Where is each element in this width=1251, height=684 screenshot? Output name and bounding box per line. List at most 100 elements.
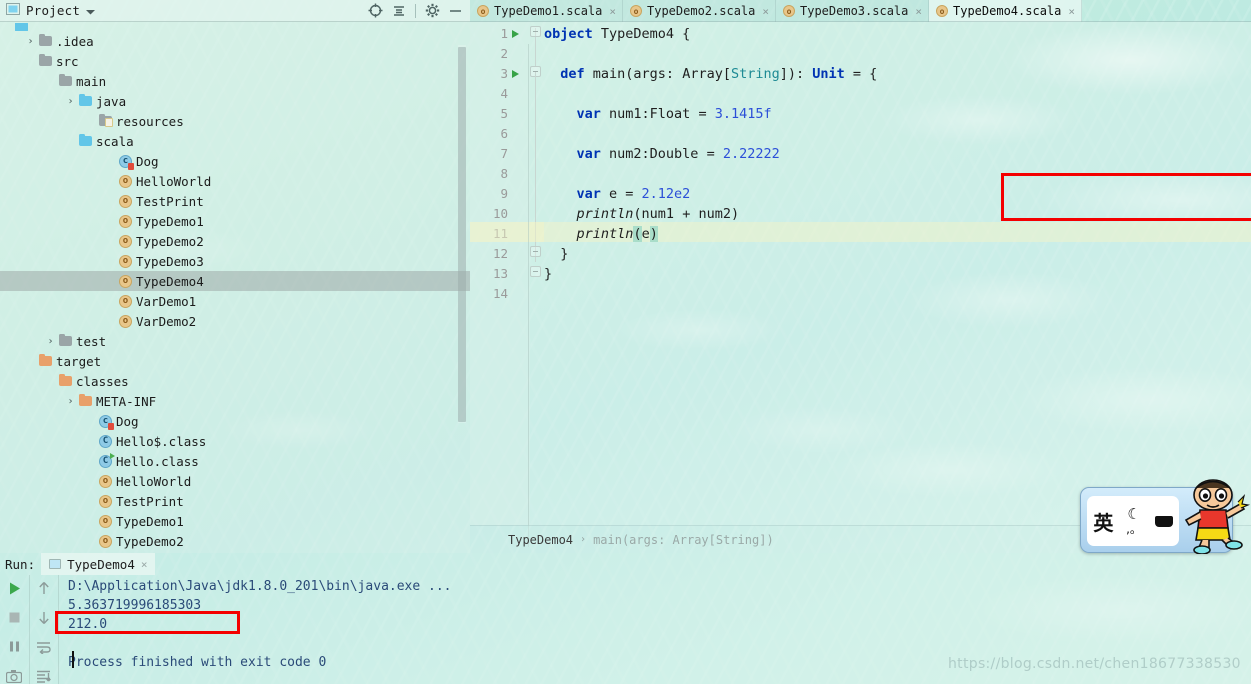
fold-toggle-icon[interactable] [530, 246, 541, 257]
chevron-down-icon[interactable]: ⱟ [44, 376, 57, 387]
chevron-down-icon[interactable] [86, 4, 95, 18]
code-editor[interactable]: 1234567891011121314 object TypeDemo4 { d… [470, 22, 1251, 525]
ime-mode-label[interactable]: 英 [1093, 507, 1113, 536]
tree-row-hello-class[interactable]: ›CHello.class [0, 451, 470, 471]
locate-icon[interactable] [368, 3, 383, 18]
chevron-right-icon: › [104, 176, 117, 187]
fold-toggle-icon[interactable] [530, 266, 541, 277]
tree-row-label: test [74, 334, 106, 349]
down-arrow-icon[interactable] [35, 609, 53, 625]
chevron-down-icon[interactable]: ⱟ [24, 356, 37, 367]
tree-row-resources[interactable]: › resources [0, 111, 470, 131]
editor-tab-typedemo4-scala[interactable]: o TypeDemo4.scala × [929, 0, 1082, 22]
tree-row-root-clipped[interactable]: › [0, 23, 470, 31]
tree-row-typedemo4[interactable]: ›oTypeDemo4 [0, 271, 470, 291]
code-folding-bar[interactable] [528, 22, 544, 525]
tree-row-hello-class[interactable]: ›CHello$.class [0, 431, 470, 451]
fold-toggle-icon[interactable] [530, 26, 541, 37]
tree-row-scala[interactable]: ⱟ scala [0, 131, 470, 151]
code-line-9[interactable]: var e = 2.12e2 [544, 184, 690, 204]
chevron-down-icon[interactable]: ⱟ [24, 56, 37, 67]
tree-row-typedemo1[interactable]: ›oTypeDemo1 [0, 211, 470, 231]
tree-row-dog[interactable]: ›cDog [0, 411, 470, 431]
tree-row-main[interactable]: ⱟ main [0, 71, 470, 91]
chevron-right-icon: › [104, 256, 117, 267]
breadcrumb-method[interactable]: main(args: Array[String]) [593, 533, 774, 547]
folder-gray-icon [37, 56, 54, 66]
tree-row-helloworld[interactable]: ›oHelloWorld [0, 171, 470, 191]
screenshot-icon[interactable] [5, 668, 23, 684]
tree-row-helloworld[interactable]: ›oHelloWorld [0, 471, 470, 491]
close-icon[interactable]: × [609, 5, 616, 18]
tree-row-testprint[interactable]: ›oTestPrint [0, 491, 470, 511]
folder-gray-icon [57, 336, 74, 346]
editor-gutter[interactable]: 1234567891011121314 [470, 22, 530, 525]
scala-object-icon: o [117, 255, 134, 268]
editor-tab-bar: o TypeDemo1.scala × o TypeDemo2.scala × o TypeD… [470, 0, 1251, 22]
run-gutter-icon[interactable] [512, 24, 524, 44]
tree-row-dog[interactable]: ›cDog [0, 151, 470, 171]
editor-tab-typedemo1-scala[interactable]: o TypeDemo1.scala × [470, 0, 623, 22]
keyboard-icon[interactable] [1155, 516, 1173, 527]
tree-row-typedemo1[interactable]: ›oTypeDemo1 [0, 511, 470, 531]
chevron-down-icon[interactable]: ⱟ [64, 136, 77, 147]
code-line-10[interactable]: println(num1 + num2) [544, 204, 739, 224]
tree-row-test[interactable]: › test [0, 331, 470, 351]
close-icon[interactable]: × [1068, 5, 1075, 18]
stop-icon[interactable] [5, 609, 23, 625]
ime-language-bar[interactable]: 英 ☾ ,。 [1080, 487, 1233, 553]
editor-tab-typedemo2-scala[interactable]: o TypeDemo2.scala × [623, 0, 776, 22]
collapse-all-icon[interactable] [392, 4, 406, 18]
code-text[interactable]: object TypeDemo4 { def main(args: Array[… [544, 22, 1251, 525]
chevron-right-icon[interactable]: › [44, 336, 57, 347]
run-gutter-icon[interactable] [512, 64, 524, 84]
ime-punctuation-label[interactable]: ,。 [1126, 523, 1142, 535]
folder-orange-icon [37, 356, 54, 366]
tree-row-testprint[interactable]: ›oTestPrint [0, 191, 470, 211]
run-tab[interactable]: TypeDemo4 × [41, 553, 155, 575]
tree-row-label: classes [74, 374, 129, 389]
tree-row-java[interactable]: › java [0, 91, 470, 111]
close-icon[interactable]: × [915, 5, 922, 18]
tree-row-vardemo1[interactable]: ›oVarDemo1 [0, 291, 470, 311]
tree-row-typedemo3[interactable]: ›oTypeDemo3 [0, 251, 470, 271]
code-line-5[interactable]: var num1:Float = 3.1415f [544, 104, 772, 124]
chevron-right-icon[interactable]: › [64, 96, 77, 107]
chevron-down-icon[interactable]: ⱟ [44, 76, 57, 87]
module-icon [13, 23, 30, 31]
code-line-1[interactable]: object TypeDemo4 { [544, 24, 690, 44]
tree-row-meta-inf[interactable]: › META-INF [0, 391, 470, 411]
project-tree[interactable]: › ›.ideaⱟsrcⱟmain›java›resourcesⱟscala›c… [0, 22, 470, 553]
chevron-right-icon: › [84, 476, 97, 487]
tree-row-typedemo2[interactable]: ›oTypeDemo2 [0, 531, 470, 551]
project-view-icon[interactable] [6, 3, 20, 18]
tree-row-label: HelloWorld [114, 474, 191, 489]
tree-row-typedemo2[interactable]: ›oTypeDemo2 [0, 231, 470, 251]
close-icon[interactable]: × [762, 5, 769, 18]
minimize-icon[interactable] [449, 4, 462, 17]
rerun-icon[interactable] [5, 580, 23, 596]
moon-icon[interactable]: ☾ [1127, 507, 1140, 522]
soft-wrap-icon[interactable] [35, 639, 53, 655]
up-arrow-icon[interactable] [35, 580, 53, 596]
scroll-to-end-icon[interactable] [35, 668, 53, 684]
code-line-3[interactable]: def main(args: Array[String]): Unit = { [544, 64, 877, 84]
gear-icon[interactable] [425, 3, 440, 18]
chevron-right-icon[interactable]: › [24, 36, 37, 47]
code-line-7[interactable]: var num2:Double = 2.22222 [544, 144, 780, 164]
tree-row-src[interactable]: ⱟ src [0, 51, 470, 71]
pause-icon[interactable] [5, 639, 23, 655]
editor-tab-typedemo3-scala[interactable]: o TypeDemo3.scala × [776, 0, 929, 22]
project-scrollbar-thumb[interactable] [458, 47, 466, 422]
close-icon[interactable]: × [141, 558, 148, 571]
code-line-12[interactable]: } [544, 244, 568, 264]
breadcrumb-class[interactable]: TypeDemo4 [508, 533, 573, 547]
tree-row-target[interactable]: ⱟ target [0, 351, 470, 371]
chevron-right-icon[interactable]: › [64, 396, 77, 407]
tree-row--idea[interactable]: › .idea [0, 31, 470, 51]
code-line-13[interactable]: } [544, 264, 552, 284]
tree-row-classes[interactable]: ⱟ classes [0, 371, 470, 391]
code-line-11[interactable]: println(e) [544, 224, 658, 244]
run-toolbar-secondary [29, 575, 57, 684]
tree-row-vardemo2[interactable]: ›oVarDemo2 [0, 311, 470, 331]
